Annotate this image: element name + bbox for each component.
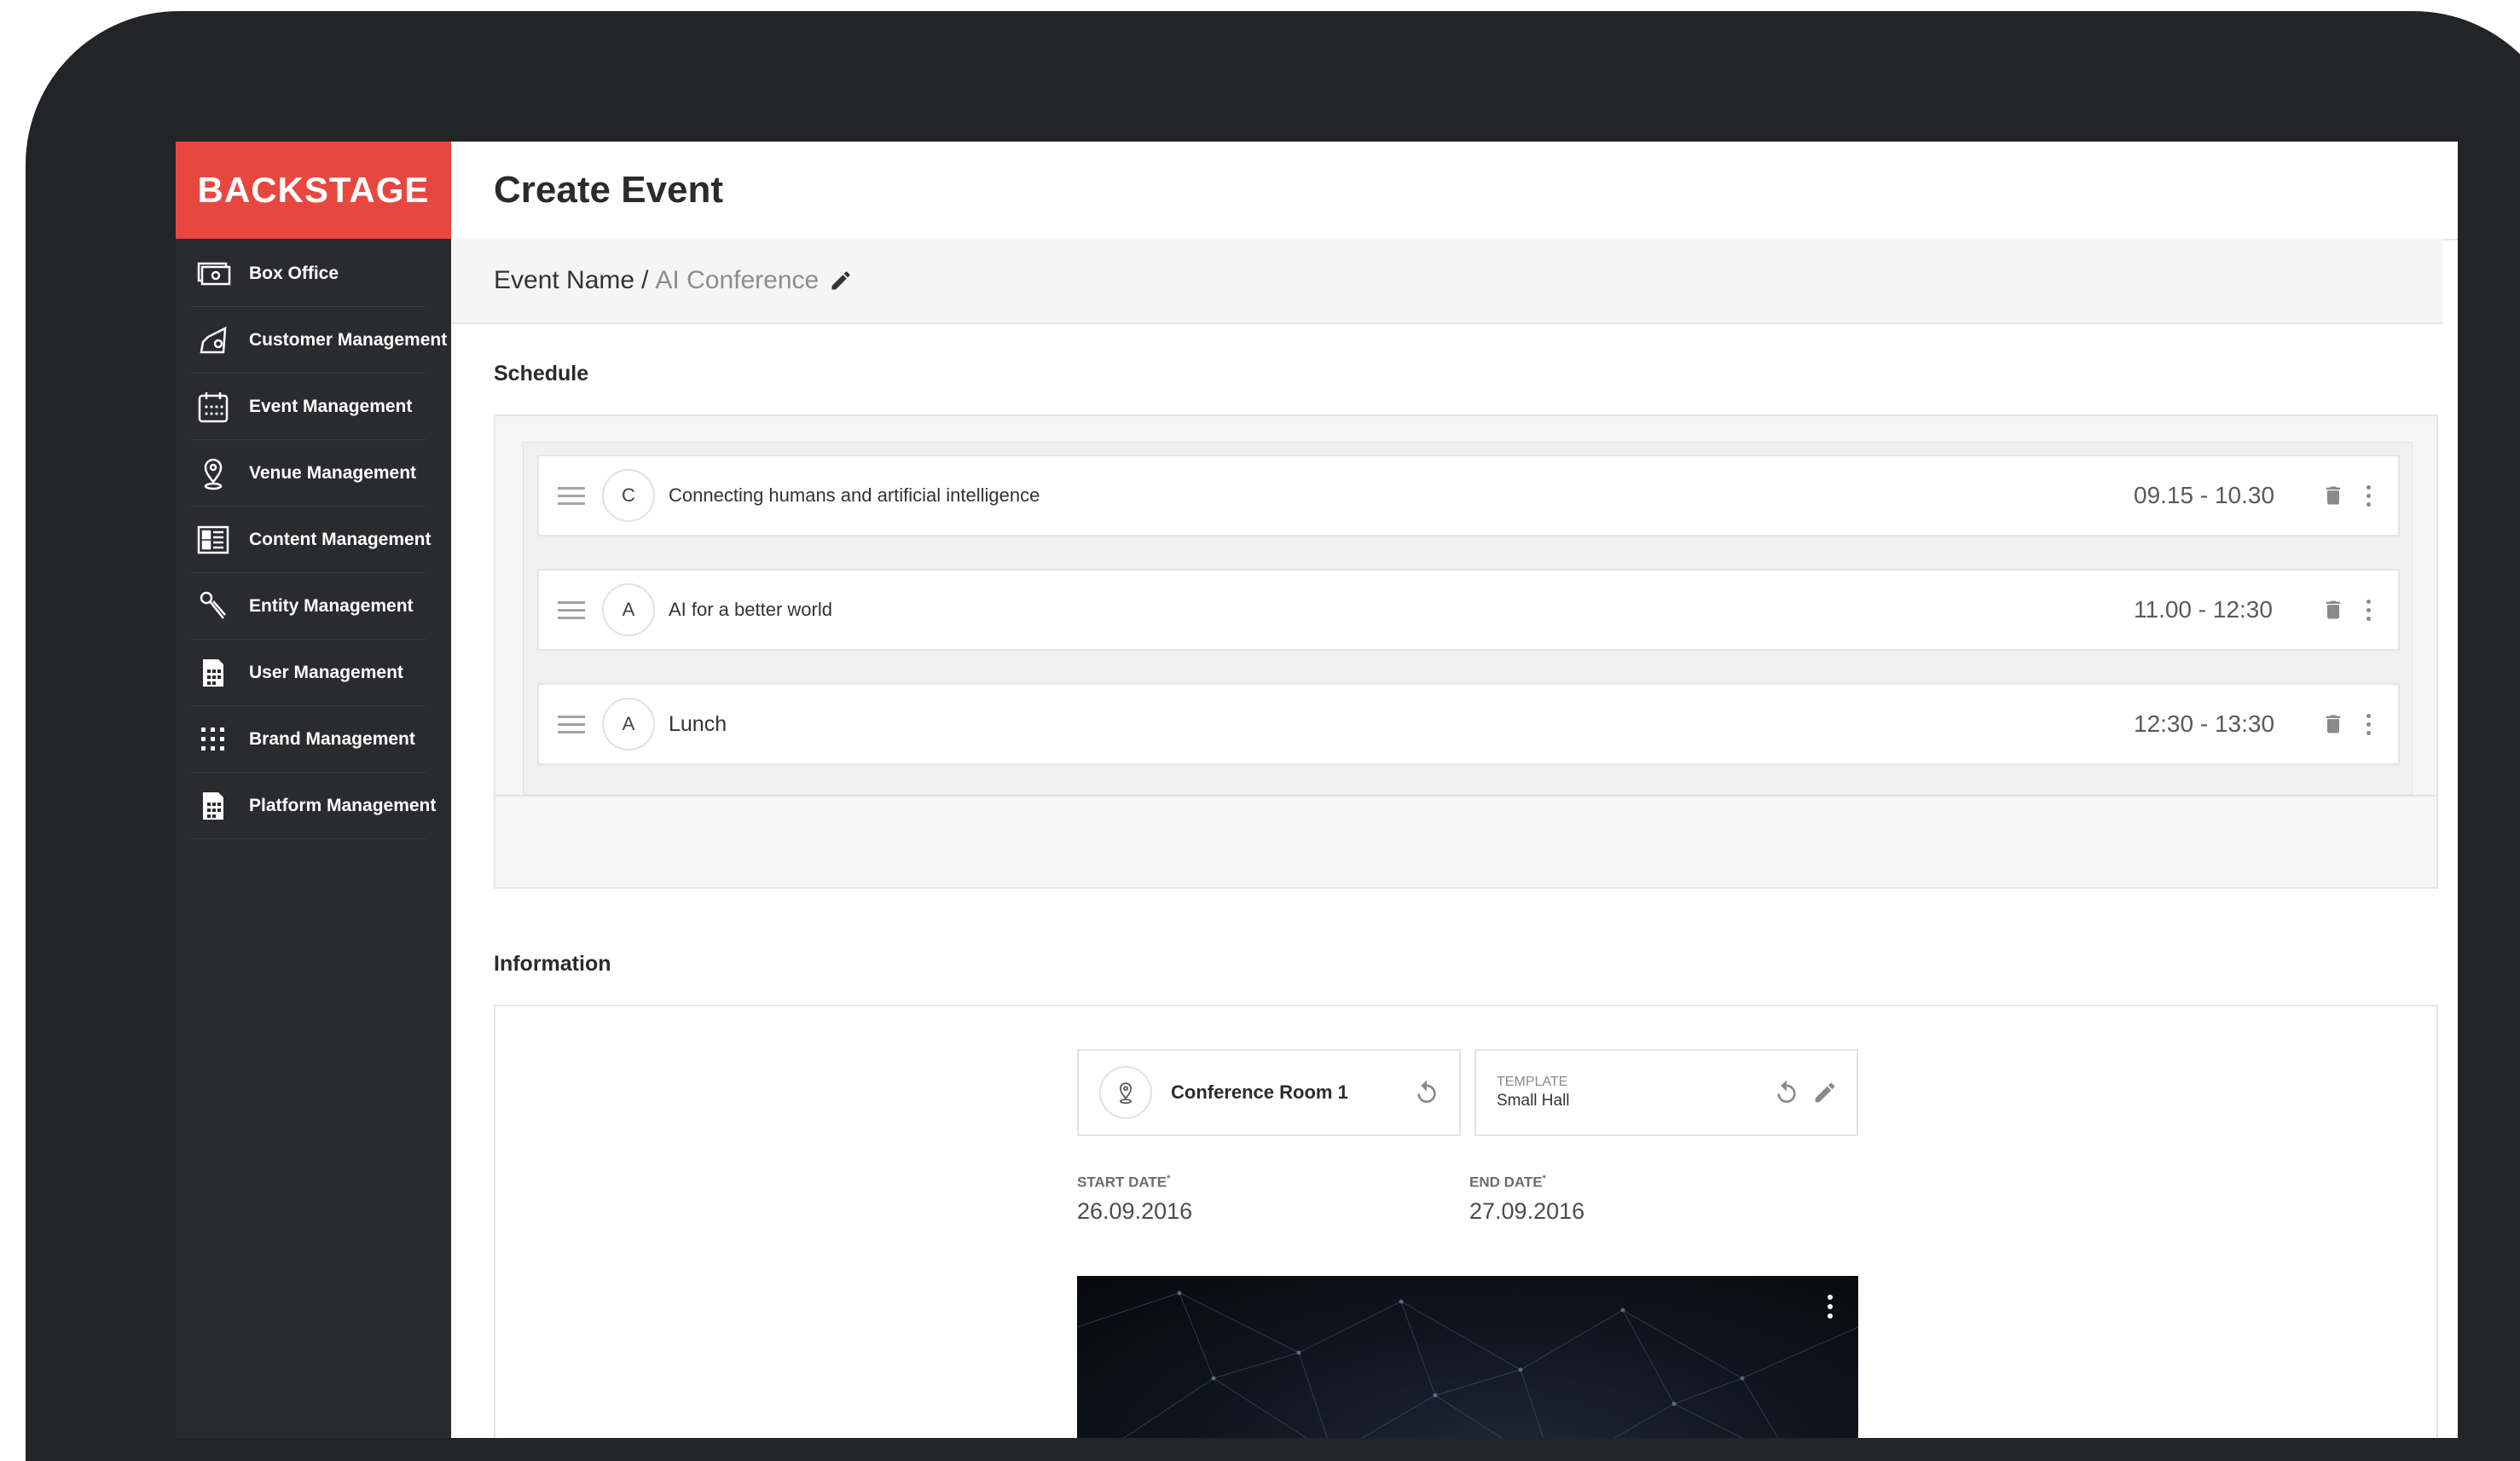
more-options-icon[interactable]	[2355, 599, 2381, 621]
start-date-label: START DATE*	[1077, 1174, 1171, 1191]
sidebar-nav: Box Office Customer Management Event Man…	[176, 241, 451, 839]
sidebar-item-platform-management[interactable]: Platform Management	[176, 773, 451, 839]
brand-logo[interactable]: BACKSTAGE	[176, 142, 451, 239]
trash-icon[interactable]	[2321, 710, 2345, 738]
avatar: A	[602, 583, 655, 636]
dots-grid-icon	[193, 719, 234, 760]
tablet-frame: BACKSTAGE Box Office Customer Management	[26, 11, 2520, 1461]
schedule-item[interactable]: C Connecting humans and artificial intel…	[537, 455, 2400, 536]
schedule-item-time: 12:30 - 13:30	[2134, 710, 2275, 737]
sidebar-item-label: Box Office	[249, 264, 339, 283]
schedule-item-time: 11.00 - 12:30	[2134, 596, 2273, 623]
sidebar-item-brand-management[interactable]: Brand Management	[176, 706, 451, 773]
sidebar-item-label: Entity Management	[249, 596, 414, 616]
drag-handle-icon[interactable]	[558, 486, 585, 505]
sidebar-item-venue-management[interactable]: Venue Management	[176, 440, 451, 507]
reset-icon[interactable]	[1413, 1079, 1440, 1106]
sidebar-item-entity-management[interactable]: Entity Management	[176, 573, 451, 640]
information-panel: Conference Room 1 TEMPLATE Small Hall ST…	[494, 1005, 2438, 1438]
end-date-field[interactable]: END DATE* 27.09.2016	[1469, 1174, 1584, 1225]
schedule-item[interactable]: A AI for a better world 11.00 - 12:30	[537, 569, 2400, 651]
drag-handle-icon[interactable]	[558, 715, 585, 733]
schedule-item-title: Lunch	[669, 711, 727, 736]
schedule-heading: Schedule	[494, 362, 589, 386]
sidebar-item-label: Platform Management	[249, 796, 437, 815]
sidebar-item-label: Brand Management	[249, 729, 415, 749]
ticket-icon	[193, 253, 234, 294]
breadcrumb: Event Name / AI Conference	[451, 239, 2442, 324]
location-pin-icon	[193, 453, 234, 494]
template-field: TEMPLATE Small Hall	[1497, 1075, 1773, 1110]
drag-handle-icon[interactable]	[558, 600, 585, 619]
sidebar: BACKSTAGE Box Office Customer Management	[176, 142, 451, 1438]
schedule-item-title: Connecting humans and artificial intelli…	[669, 484, 1040, 506]
pencil-icon[interactable]	[1812, 1080, 1838, 1105]
location-pin-icon	[1099, 1066, 1152, 1119]
information-heading: Information	[494, 952, 611, 976]
divider	[495, 795, 2436, 797]
schedule-list: C Connecting humans and artificial intel…	[523, 442, 2413, 795]
schedule-item-time: 09.15 - 10.30	[2134, 482, 2275, 508]
trash-icon[interactable]	[2321, 482, 2345, 509]
pencil-icon[interactable]	[829, 269, 853, 293]
network-background-image	[1077, 1290, 1858, 1438]
trash-icon[interactable]	[2321, 596, 2345, 623]
platform-icon	[193, 786, 234, 826]
app-screen: BACKSTAGE Box Office Customer Management	[176, 142, 2458, 1438]
top-bar: Create Event	[451, 142, 2458, 241]
content-grid-icon	[193, 519, 234, 560]
user-card-icon	[193, 652, 234, 693]
breadcrumb-current: AI Conference	[655, 266, 820, 294]
schedule-panel: C Connecting humans and artificial intel…	[494, 415, 2438, 889]
location-name: Conference Room 1	[1171, 1081, 1348, 1103]
sidebar-item-label: User Management	[249, 663, 403, 682]
template-value: Small Hall	[1497, 1092, 1570, 1110]
sidebar-item-label: Venue Management	[249, 463, 417, 483]
sidebar-item-content-management[interactable]: Content Management	[176, 507, 451, 573]
template-selector[interactable]: TEMPLATE Small Hall	[1474, 1049, 1858, 1136]
calendar-icon	[193, 386, 234, 427]
location-selector[interactable]: Conference Room 1	[1077, 1049, 1461, 1136]
avatar: C	[602, 469, 655, 522]
sidebar-item-event-management[interactable]: Event Management	[176, 374, 451, 440]
avatar: A	[602, 698, 655, 751]
end-date-label: END DATE*	[1469, 1174, 1546, 1191]
breadcrumb-root: Event Name	[494, 266, 635, 294]
sidebar-item-customer-management[interactable]: Customer Management	[176, 307, 451, 374]
sidebar-item-label: Content Management	[249, 530, 432, 549]
sidebar-item-box-office[interactable]: Box Office	[176, 241, 451, 307]
schedule-item-title: AI for a better world	[669, 599, 832, 620]
main-content: Create Event Event Name / AI Conference …	[451, 142, 2458, 1438]
sidebar-item-user-management[interactable]: User Management	[176, 640, 451, 706]
start-date-value: 26.09.2016	[1077, 1197, 1193, 1224]
more-options-icon[interactable]	[2355, 713, 2381, 735]
sidebar-item-label: Event Management	[249, 397, 413, 416]
breadcrumb-separator: /	[641, 266, 649, 294]
template-label: TEMPLATE	[1497, 1075, 1568, 1089]
start-date-field[interactable]: START DATE* 26.09.2016	[1077, 1174, 1192, 1225]
end-date-value: 27.09.2016	[1469, 1197, 1585, 1224]
more-options-icon[interactable]	[1828, 1295, 1833, 1319]
event-cover-image[interactable]	[1077, 1276, 1858, 1438]
schedule-item[interactable]: A Lunch 12:30 - 13:30	[537, 683, 2400, 765]
sidebar-item-label: Customer Management	[249, 330, 448, 350]
microphone-icon	[193, 586, 234, 627]
more-options-icon[interactable]	[2355, 484, 2381, 507]
customer-icon	[193, 320, 234, 361]
reset-icon[interactable]	[1773, 1079, 1800, 1106]
page-title: Create Event	[494, 169, 724, 211]
